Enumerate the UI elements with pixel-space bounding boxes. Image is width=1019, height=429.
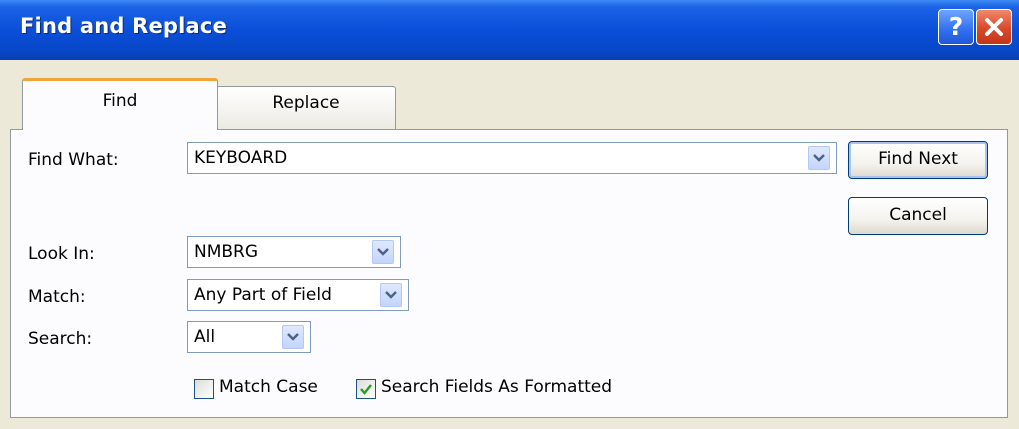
search-dropdown-button[interactable]: [282, 325, 304, 349]
match-value: Any Part of Field: [194, 285, 332, 305]
search-value: All: [194, 327, 216, 347]
match-combobox[interactable]: Any Part of Field: [187, 279, 409, 311]
find-what-label: Find What:: [28, 150, 119, 170]
find-what-dropdown-button[interactable]: [808, 146, 830, 170]
look-in-dropdown-button[interactable]: [372, 240, 394, 264]
look-in-label: Look In:: [28, 244, 95, 264]
chevron-down-icon: [813, 154, 825, 162]
dialog-title: Find and Replace: [20, 14, 228, 38]
help-button[interactable]: ?: [938, 9, 974, 45]
title-bar[interactable]: Find and Replace ?: [0, 0, 1019, 60]
tab-replace[interactable]: Replace: [216, 86, 396, 130]
look-in-value: NMBRG: [194, 242, 259, 262]
tab-find[interactable]: Find: [22, 78, 218, 130]
close-icon: [985, 18, 1003, 36]
find-next-button[interactable]: Find Next: [848, 141, 988, 179]
find-what-combobox[interactable]: KEYBOARD: [187, 142, 837, 174]
checkmark-icon: [360, 384, 372, 395]
chevron-down-icon: [287, 333, 299, 341]
match-dropdown-button[interactable]: [380, 283, 402, 307]
search-label: Search:: [28, 329, 93, 349]
help-icon: ?: [948, 12, 964, 41]
chevron-down-icon: [377, 248, 389, 256]
cancel-button[interactable]: Cancel: [848, 197, 988, 235]
look-in-combobox[interactable]: NMBRG: [187, 236, 401, 268]
match-case-label[interactable]: Match Case: [219, 377, 318, 397]
search-formatted-checkbox[interactable]: [356, 379, 376, 399]
match-case-checkbox[interactable]: [194, 379, 214, 399]
close-button[interactable]: [976, 9, 1012, 45]
find-replace-dialog: Find and Replace ? Find Replace Find Wha…: [0, 0, 1019, 429]
search-combobox[interactable]: All: [187, 321, 311, 353]
match-label: Match:: [28, 287, 86, 307]
chevron-down-icon: [385, 291, 397, 299]
search-formatted-label[interactable]: Search Fields As Formatted: [381, 377, 612, 397]
find-what-value: KEYBOARD: [194, 148, 288, 168]
